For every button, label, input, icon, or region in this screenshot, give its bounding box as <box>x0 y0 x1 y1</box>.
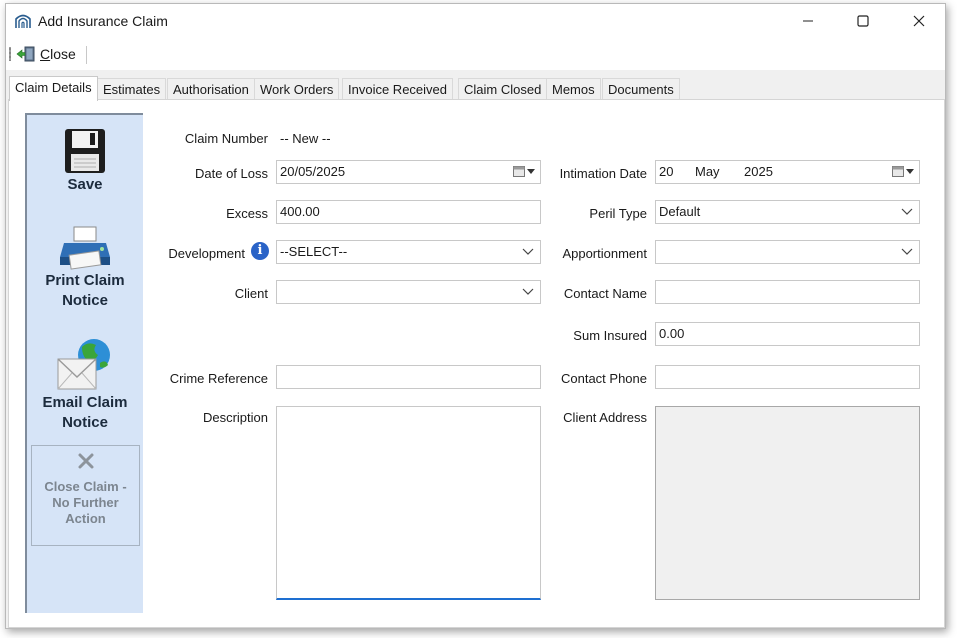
print-claim-label-line2: Notice <box>62 292 108 309</box>
sum-insured-input[interactable]: 0.00 <box>655 322 920 346</box>
calendar-dropdown-button[interactable] <box>892 165 914 177</box>
peril-type-label: Peril Type <box>589 206 647 221</box>
peril-type-value: Default <box>659 204 701 219</box>
title-bar: Add Insurance Claim <box>6 4 945 38</box>
save-label: Save <box>67 176 103 193</box>
calendar-icon <box>513 166 525 177</box>
tab-claim-closed[interactable]: Claim Closed <box>458 78 548 100</box>
calendar-dropdown-button[interactable] <box>513 165 535 177</box>
sum-insured-label: Sum Insured <box>573 328 647 343</box>
chevron-down-icon <box>522 288 534 295</box>
date-of-loss-value: 20/05/2025 <box>280 164 346 179</box>
tab-invoice-received[interactable]: Invoice Received <box>342 78 453 100</box>
close-button[interactable]: Close <box>16 44 76 64</box>
tab-strip: Claim Details Estimates Authorisation Wo… <box>6 76 945 101</box>
minimize-icon <box>803 20 813 22</box>
contact-name-label: Contact Name <box>563 286 647 301</box>
close-claim-label-line2: No Further <box>52 495 119 510</box>
calendar-icon <box>892 166 904 177</box>
apportionment-label: Apportionment <box>562 246 647 261</box>
client-label: Client <box>234 286 268 301</box>
print-claim-notice-button[interactable]: Print Claim Notice <box>27 223 143 311</box>
tab-estimates[interactable]: Estimates <box>97 78 167 100</box>
close-window-button[interactable] <box>896 4 942 38</box>
window-title: Add Insurance Claim <box>38 13 168 29</box>
description-label: Description <box>202 410 268 425</box>
contact-name-input[interactable] <box>655 280 920 304</box>
description-textarea[interactable] <box>276 406 541 600</box>
dropdown-arrow-icon <box>527 168 535 174</box>
tab-memos[interactable]: Memos <box>546 78 601 100</box>
crime-reference-label: Crime Reference <box>169 371 268 386</box>
floppy-disk-icon <box>65 129 105 173</box>
tab-work-orders[interactable]: Work Orders <box>254 78 340 100</box>
tab-claim-details[interactable]: Claim Details <box>9 76 98 101</box>
toolbar: Close <box>6 38 945 70</box>
intimation-day[interactable]: 20 <box>659 161 695 183</box>
close-claim-no-further-action-button[interactable]: Close Claim - No Further Action <box>31 445 140 546</box>
client-select[interactable] <box>276 280 541 304</box>
email-claim-label-line2: Notice <box>62 414 108 431</box>
crime-reference-input[interactable] <box>276 365 541 389</box>
apportionment-select[interactable] <box>655 240 920 264</box>
exit-door-icon <box>16 46 35 62</box>
print-claim-label-line1: Print Claim <box>45 272 125 289</box>
claim-number-value: -- New -- <box>280 131 331 146</box>
claim-details-panel: Save Print Claim Notice Email Claim Noti… <box>8 99 945 628</box>
intimation-year[interactable]: 2025 <box>744 164 773 179</box>
app-logo-icon <box>15 14 31 28</box>
x-mark-icon <box>78 453 93 469</box>
claim-number-label: Claim Number <box>184 131 268 146</box>
tab-authorisation[interactable]: Authorisation <box>167 78 255 100</box>
info-icon[interactable]: i <box>251 242 269 260</box>
development-select[interactable]: --SELECT-- <box>276 240 541 264</box>
intimation-date-picker[interactable]: 20 May 2025 <box>655 160 920 184</box>
date-of-loss-label: Date of Loss <box>195 166 268 181</box>
intimation-month[interactable]: May <box>695 161 744 183</box>
email-globe-icon <box>57 339 110 390</box>
chevron-down-icon <box>522 248 534 255</box>
minimize-button[interactable] <box>785 4 831 38</box>
add-insurance-claim-window: Add Insurance Claim Close Claim Details … <box>5 3 946 629</box>
save-button[interactable]: Save <box>27 127 143 195</box>
close-claim-label-line3: Action <box>65 511 106 526</box>
maximize-icon <box>857 15 869 27</box>
date-of-loss-picker[interactable]: 20/05/2025 <box>276 160 541 184</box>
client-address-box <box>655 406 920 600</box>
toolbar-separator <box>86 46 87 64</box>
contact-phone-input[interactable] <box>655 365 920 389</box>
email-claim-label-line1: Email Claim <box>42 394 128 411</box>
action-sidebar: Save Print Claim Notice Email Claim Noti… <box>25 113 143 613</box>
toolbar-grip[interactable] <box>9 47 11 61</box>
printer-icon <box>60 226 110 270</box>
maximize-button[interactable] <box>840 4 886 38</box>
excess-input[interactable]: 400.00 <box>276 200 541 224</box>
development-value: --SELECT-- <box>280 244 348 259</box>
dropdown-arrow-icon <box>906 168 914 174</box>
contact-phone-label: Contact Phone <box>560 371 647 386</box>
close-icon <box>913 15 925 27</box>
tab-documents[interactable]: Documents <box>602 78 680 100</box>
client-address-label: Client Address <box>563 410 647 425</box>
excess-label: Excess <box>226 206 268 221</box>
chevron-down-icon <box>901 248 913 255</box>
chevron-down-icon <box>901 208 913 215</box>
email-claim-notice-button[interactable]: Email Claim Notice <box>27 337 143 433</box>
close-claim-label-line1: Close Claim - <box>44 479 127 494</box>
peril-type-select[interactable]: Default <box>655 200 920 224</box>
close-label: Close <box>40 46 76 62</box>
development-label: Development <box>168 246 245 261</box>
intimation-date-label: Intimation Date <box>559 166 647 181</box>
